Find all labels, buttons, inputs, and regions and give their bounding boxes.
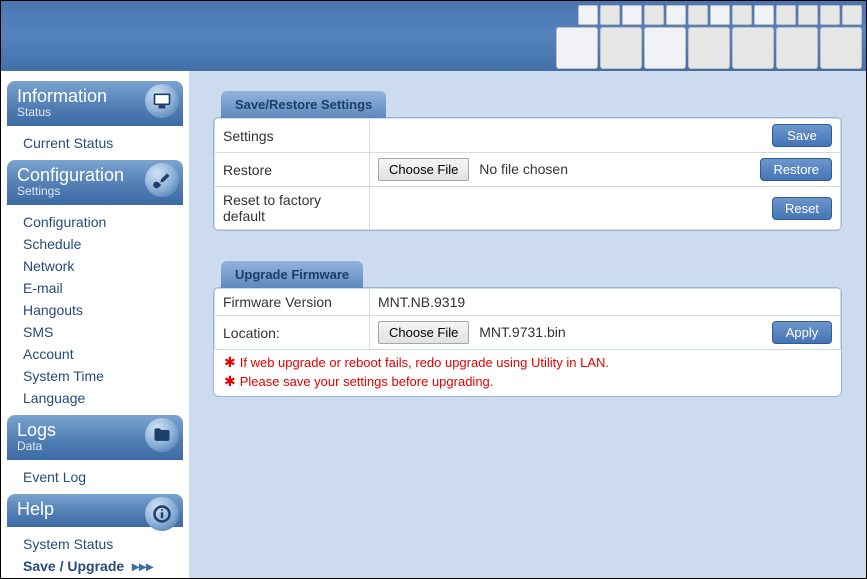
arrow-icon: ▸▸▸ bbox=[132, 555, 153, 577]
asterisk-icon: ✱ bbox=[224, 375, 236, 390]
sidebar-item-sms[interactable]: SMS bbox=[23, 321, 183, 343]
banner-decoration bbox=[556, 5, 862, 69]
note-text-1: If web upgrade or reboot fails, redo upg… bbox=[240, 355, 609, 370]
label-reset: Reset to factory default bbox=[215, 187, 370, 230]
monitor-icon bbox=[145, 84, 179, 118]
sidebar-item-email[interactable]: E-mail bbox=[23, 277, 183, 299]
help-item-label: Save / Upgrade bbox=[23, 558, 124, 574]
sidebar-item-system-time[interactable]: System Time bbox=[23, 365, 183, 387]
panel-upgrade-firmware: Upgrade Firmware Firmware Version MNT.NB… bbox=[213, 261, 842, 397]
apply-button[interactable]: Apply bbox=[772, 321, 832, 344]
sidebar-item-schedule[interactable]: Schedule bbox=[23, 233, 183, 255]
restore-button[interactable]: Restore bbox=[760, 158, 832, 181]
note-text-2: Please save your settings before upgradi… bbox=[240, 374, 494, 389]
help-item-save-upgrade[interactable]: Save / Upgrade ▸▸▸ bbox=[23, 555, 183, 577]
save-button[interactable]: Save bbox=[772, 124, 832, 147]
panel-save-restore: Save/Restore Settings Settings Save Rest… bbox=[213, 91, 842, 231]
section-header-logs: Logs Data bbox=[7, 415, 183, 460]
top-banner bbox=[1, 1, 866, 71]
label-location: Location: bbox=[215, 316, 370, 350]
sidebar-item-network[interactable]: Network bbox=[23, 255, 183, 277]
label-firmware-version: Firmware Version bbox=[215, 289, 370, 316]
upgrade-notes: ✱ If web upgrade or reboot fails, redo up… bbox=[214, 350, 841, 396]
sidebar-item-event-log[interactable]: Event Log bbox=[23, 466, 183, 488]
folder-icon bbox=[145, 418, 179, 452]
asterisk-icon: ✱ bbox=[224, 356, 236, 371]
help-item-system-status[interactable]: System Status bbox=[23, 533, 183, 555]
label-restore: Restore bbox=[215, 153, 370, 187]
section-header-help: Help bbox=[7, 494, 183, 527]
main-content: Save/Restore Settings Settings Save Rest… bbox=[189, 71, 866, 578]
no-file-chosen-text: No file chosen bbox=[479, 161, 568, 177]
tools-icon bbox=[145, 163, 179, 197]
sidebar-item-account[interactable]: Account bbox=[23, 343, 183, 365]
panel-tab: Save/Restore Settings bbox=[221, 91, 386, 118]
panel-tab: Upgrade Firmware bbox=[221, 261, 363, 288]
section-header-information: Information Status bbox=[7, 81, 183, 126]
sidebar-item-language[interactable]: Language bbox=[23, 387, 183, 409]
label-settings: Settings bbox=[215, 119, 370, 153]
sidebar-item-configuration[interactable]: Configuration bbox=[23, 211, 183, 233]
sidebar-item-current-status[interactable]: Current Status bbox=[23, 132, 183, 154]
info-icon bbox=[145, 497, 179, 531]
value-firmware-version: MNT.NB.9319 bbox=[370, 289, 841, 316]
firmware-file-name: MNT.9731.bin bbox=[479, 324, 565, 340]
section-header-configuration: Configuration Settings bbox=[7, 160, 183, 205]
sidebar: Information Status Current Status Config… bbox=[1, 71, 189, 578]
choose-file-restore-button[interactable]: Choose File bbox=[378, 158, 469, 181]
reset-button[interactable]: Reset bbox=[772, 197, 832, 220]
choose-file-firmware-button[interactable]: Choose File bbox=[378, 321, 469, 344]
sidebar-item-hangouts[interactable]: Hangouts bbox=[23, 299, 183, 321]
